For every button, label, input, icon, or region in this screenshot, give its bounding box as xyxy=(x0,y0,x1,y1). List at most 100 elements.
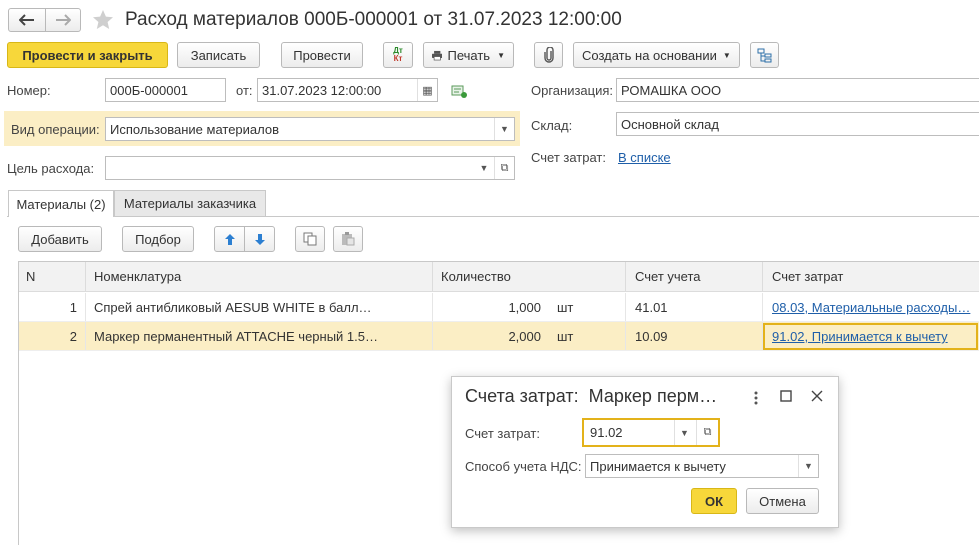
row-quantity: 1,000 xyxy=(508,299,541,315)
create-based-on-label: Создать на основании xyxy=(582,47,717,63)
structure-icon xyxy=(757,48,772,62)
organization-label: Организация: xyxy=(531,83,614,98)
dialog-cost-label: Счет затрат: xyxy=(465,426,540,441)
header-quantity[interactable]: Количество xyxy=(441,262,621,291)
add-row-button[interactable]: Добавить xyxy=(18,226,102,252)
chevron-down-icon[interactable]: ▼ xyxy=(674,420,694,445)
dialog-title: Счета затрат: Маркер перм… xyxy=(465,386,718,406)
chevron-down-icon[interactable]: ▼ xyxy=(798,455,818,477)
move-up-button[interactable] xyxy=(214,226,245,252)
create-based-on-button[interactable]: Создать на основании ▼ xyxy=(573,42,740,68)
column-divider xyxy=(762,262,763,291)
pick-button[interactable]: Подбор xyxy=(122,226,194,252)
document-status-icon[interactable] xyxy=(451,84,467,98)
purpose-label: Цель расхода: xyxy=(7,161,95,176)
dialog-cost-value: 91.02 xyxy=(590,425,623,440)
date-value: 31.07.2023 12:00:00 xyxy=(262,82,382,98)
back-button[interactable] xyxy=(8,8,46,32)
row-number: 1 xyxy=(69,299,77,315)
maximize-icon[interactable] xyxy=(780,390,794,404)
dialog-vat-value: Принимается к вычету xyxy=(590,458,726,474)
save-button[interactable]: Записать xyxy=(177,42,260,68)
row-number: 2 xyxy=(69,328,77,344)
more-menu-icon[interactable] xyxy=(750,388,762,408)
cost-account-link[interactable]: В списке xyxy=(618,150,671,165)
row-item: Маркер перманентный ATTACHE черный 1.5… xyxy=(94,328,379,344)
column-divider xyxy=(85,293,86,321)
column-divider xyxy=(625,293,626,321)
header-item[interactable]: Номенклатура xyxy=(94,262,424,291)
paste-icon xyxy=(342,232,355,246)
cost-account-label: Счет затрат: xyxy=(531,150,606,165)
column-divider xyxy=(432,262,433,291)
table-row[interactable]: 1 Спрей антибликовый AESUB WHITE в балл…… xyxy=(19,293,979,322)
number-label: Номер: xyxy=(7,83,51,98)
warehouse-label: Склад: xyxy=(531,118,573,133)
dt-kt-button[interactable]: Дт Кт xyxy=(383,42,413,68)
chevron-down-icon[interactable]: ▼ xyxy=(494,118,514,140)
dialog-vat-select[interactable]: Принимается к вычету ▼ xyxy=(585,454,819,478)
paste-button[interactable] xyxy=(333,226,363,252)
header-cost-account[interactable]: Счет затрат xyxy=(772,262,972,291)
open-icon[interactable]: ⧉ xyxy=(696,420,718,445)
purpose-field[interactable]: ▼ ⧉ xyxy=(105,156,515,180)
arrow-down-icon xyxy=(254,233,265,245)
tab-materials[interactable]: Материалы (2) xyxy=(8,190,114,217)
dialog-vat-label: Способ учета НДС: xyxy=(465,459,582,474)
operation-type-select[interactable]: Использование материалов ▼ xyxy=(105,117,515,141)
warehouse-field[interactable]: Основной склад xyxy=(616,112,979,136)
post-button[interactable]: Провести xyxy=(281,42,363,68)
attach-button[interactable] xyxy=(534,42,563,68)
number-field[interactable]: 000Б-000001 xyxy=(105,78,226,102)
forward-button[interactable] xyxy=(45,8,81,32)
arrow-up-icon xyxy=(224,233,235,245)
favorite-star-icon[interactable] xyxy=(91,8,115,32)
print-label: Печать xyxy=(447,47,491,63)
move-down-button[interactable] xyxy=(244,226,275,252)
column-divider xyxy=(85,262,86,291)
chevron-down-icon: ▼ xyxy=(722,50,731,60)
column-divider xyxy=(432,293,433,321)
row-item: Спрей антибликовый AESUB WHITE в балл… xyxy=(94,299,372,315)
row-account: 10.09 xyxy=(635,328,668,344)
row-unit: шт xyxy=(557,328,574,344)
paperclip-icon xyxy=(543,47,554,63)
tab-customer-materials[interactable]: Материалы заказчика xyxy=(114,190,266,216)
row-cost-account-link[interactable]: 08.03, Материальные расходы… xyxy=(772,293,977,321)
organization-field[interactable]: РОМАШКА ООО xyxy=(616,78,979,102)
dt-kt-icon: Дт Кт xyxy=(393,46,403,63)
post-and-close-button[interactable]: Провести и закрыть xyxy=(7,42,168,68)
table-row-selected[interactable]: 2 Маркер перманентный ATTACHE черный 1.5… xyxy=(19,322,979,351)
column-divider xyxy=(762,293,763,321)
dialog-cost-field[interactable]: 91.02 ▼ ⧉ xyxy=(582,418,720,447)
date-field[interactable]: 31.07.2023 12:00:00 ▦ xyxy=(257,78,438,102)
close-icon[interactable] xyxy=(811,390,825,404)
window-title: Расход материалов 000Б-000001 от 31.07.2… xyxy=(125,9,622,30)
chevron-down-icon[interactable]: ▼ xyxy=(474,157,494,179)
operation-type-value: Использование материалов xyxy=(110,121,280,137)
tab-materials-label: Материалы (2) xyxy=(16,196,106,212)
open-icon[interactable]: ⧉ xyxy=(494,157,514,179)
chevron-down-icon: ▼ xyxy=(497,50,505,60)
row-cost-account-link[interactable]: 91.02, Принимается к вычету xyxy=(763,323,978,350)
calendar-icon[interactable]: ▦ xyxy=(417,79,437,101)
print-button[interactable]: Печать ▼ xyxy=(423,42,514,68)
column-divider xyxy=(85,322,86,350)
row-account: 41.01 xyxy=(635,299,668,315)
row-unit: шт xyxy=(557,299,574,315)
table-header: N Номенклатура Количество Счет учета Сче… xyxy=(19,262,979,292)
header-n[interactable]: N xyxy=(26,262,76,291)
structure-button[interactable] xyxy=(750,42,779,68)
date-label: от: xyxy=(236,83,253,98)
cancel-button[interactable]: Отмена xyxy=(746,488,819,514)
copy-button[interactable] xyxy=(295,226,325,252)
ok-button[interactable]: ОК xyxy=(691,488,737,514)
tabs-underline xyxy=(7,216,979,217)
operation-type-label: Вид операции: xyxy=(11,122,100,137)
column-divider xyxy=(625,262,626,291)
tab-customer-materials-label: Материалы заказчика xyxy=(123,196,257,211)
column-divider xyxy=(432,322,433,350)
arrow-right-icon xyxy=(56,14,71,26)
header-account[interactable]: Счет учета xyxy=(635,262,755,291)
row-quantity: 2,000 xyxy=(508,328,541,344)
